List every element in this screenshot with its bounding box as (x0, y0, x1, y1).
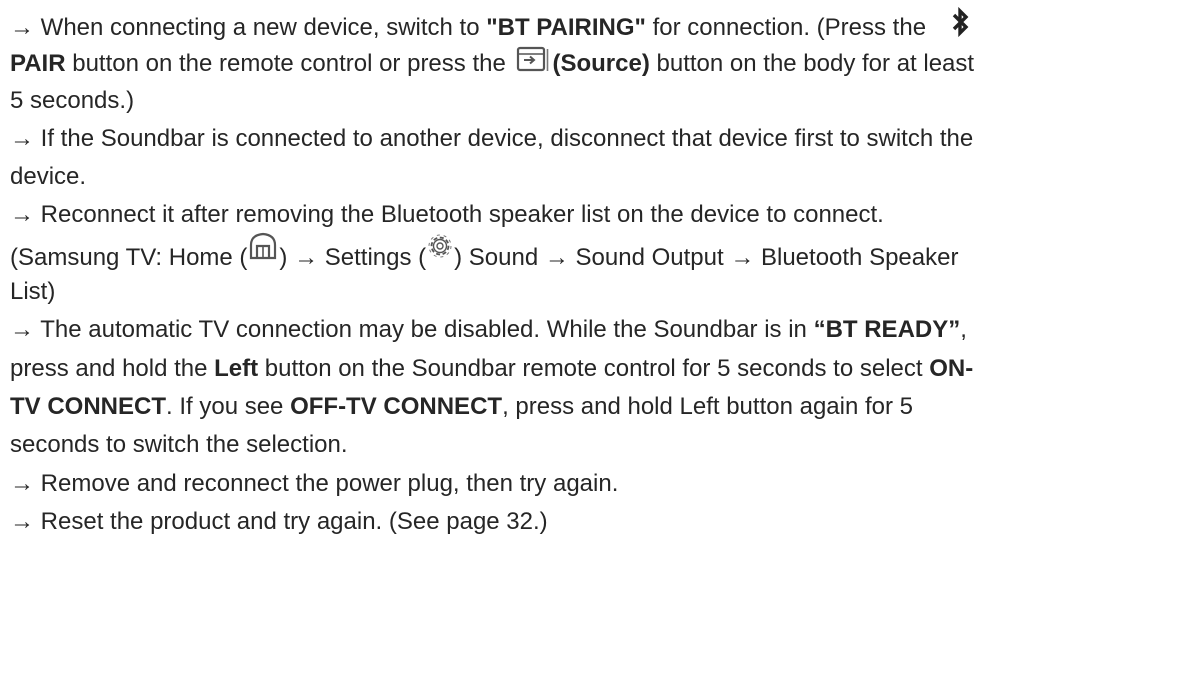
arrow: → (10, 316, 34, 344)
text-span: Reset the product and try again. (See pa… (40, 507, 548, 535)
text-span: , press and hold Left button again for 5 (502, 392, 914, 420)
text-line: press and hold the Left button on the So… (10, 350, 1195, 388)
bold-text: OFF-TV CONNECT (290, 392, 503, 420)
text-span: Reconnect it after removing the Bluetoot… (40, 201, 884, 229)
text-span: (Samsung TV: Home ( (10, 243, 248, 271)
source-icon (516, 45, 550, 73)
text-line: (Samsung TV: Home ( ) → Settings ( ) Sou… (10, 232, 1195, 273)
text-span: Remove and reconnect the power plug, the… (40, 469, 619, 497)
text-span: , (960, 316, 967, 344)
text-span: for connection. (Press the (645, 14, 933, 41)
text-span: ) Sound → Sound Output → Bluetooth Speak… (454, 243, 959, 271)
text-line: device. (10, 158, 1195, 196)
text-line: List) (10, 273, 1195, 311)
text-span: If the Soundbar is connected to another … (40, 124, 974, 152)
text-line: → If the Soundbar is connected to anothe… (10, 120, 1195, 158)
text-span: 5 seconds.) (10, 86, 135, 114)
text-line: → When connecting a new device, switch t… (10, 5, 1195, 43)
gear-icon (427, 233, 453, 259)
arrow: → (10, 124, 34, 152)
bold-text: "BT PAIRING" (486, 14, 646, 41)
bold-text: PAIR (10, 50, 66, 78)
text-span: button on the body for at least (649, 50, 975, 78)
bold-text: “BT READY” (813, 316, 961, 344)
text-span: ) → Settings ( (279, 243, 427, 271)
text-line: → Reset the product and try again. (See … (10, 503, 1195, 541)
home-icon (248, 231, 278, 261)
arrow: → (10, 507, 34, 535)
text-span: button on the remote control or press th… (65, 50, 513, 78)
text-line: PAIR button on the remote control or pre… (10, 43, 1195, 81)
text-line: → Reconnect it after removing the Blueto… (10, 196, 1195, 234)
bold-text: Left (214, 354, 259, 382)
arrow: → (10, 201, 34, 229)
text-line: TV CONNECT. If you see OFF-TV CONNECT, p… (10, 388, 1195, 426)
text-span: button on the Soundbar remote control fo… (258, 354, 930, 382)
text-span: The automatic TV connection may be disab… (40, 316, 814, 344)
bluetooth-icon (947, 7, 973, 37)
text-span: device. (10, 163, 87, 191)
arrow: → (10, 469, 34, 497)
text-line: → Remove and reconnect the power plug, t… (10, 465, 1195, 503)
bold-text: (Source) (552, 50, 650, 78)
text-span: press and hold the (10, 354, 215, 382)
troubleshooting-text: → When connecting a new device, switch t… (10, 5, 1195, 541)
text-span: List) (10, 278, 56, 306)
arrow: → (10, 14, 34, 41)
bold-text: ON- (929, 354, 974, 382)
text-line: seconds to switch the selection. (10, 426, 1195, 464)
text-span: seconds to switch the selection. (10, 431, 348, 459)
text-span: When connecting a new device, switch to (40, 14, 487, 41)
text-span: . If you see (166, 392, 291, 420)
text-line: → The automatic TV connection may be dis… (10, 311, 1195, 349)
text-line: 5 seconds.) (10, 82, 1195, 120)
bold-text: TV CONNECT (10, 392, 166, 420)
